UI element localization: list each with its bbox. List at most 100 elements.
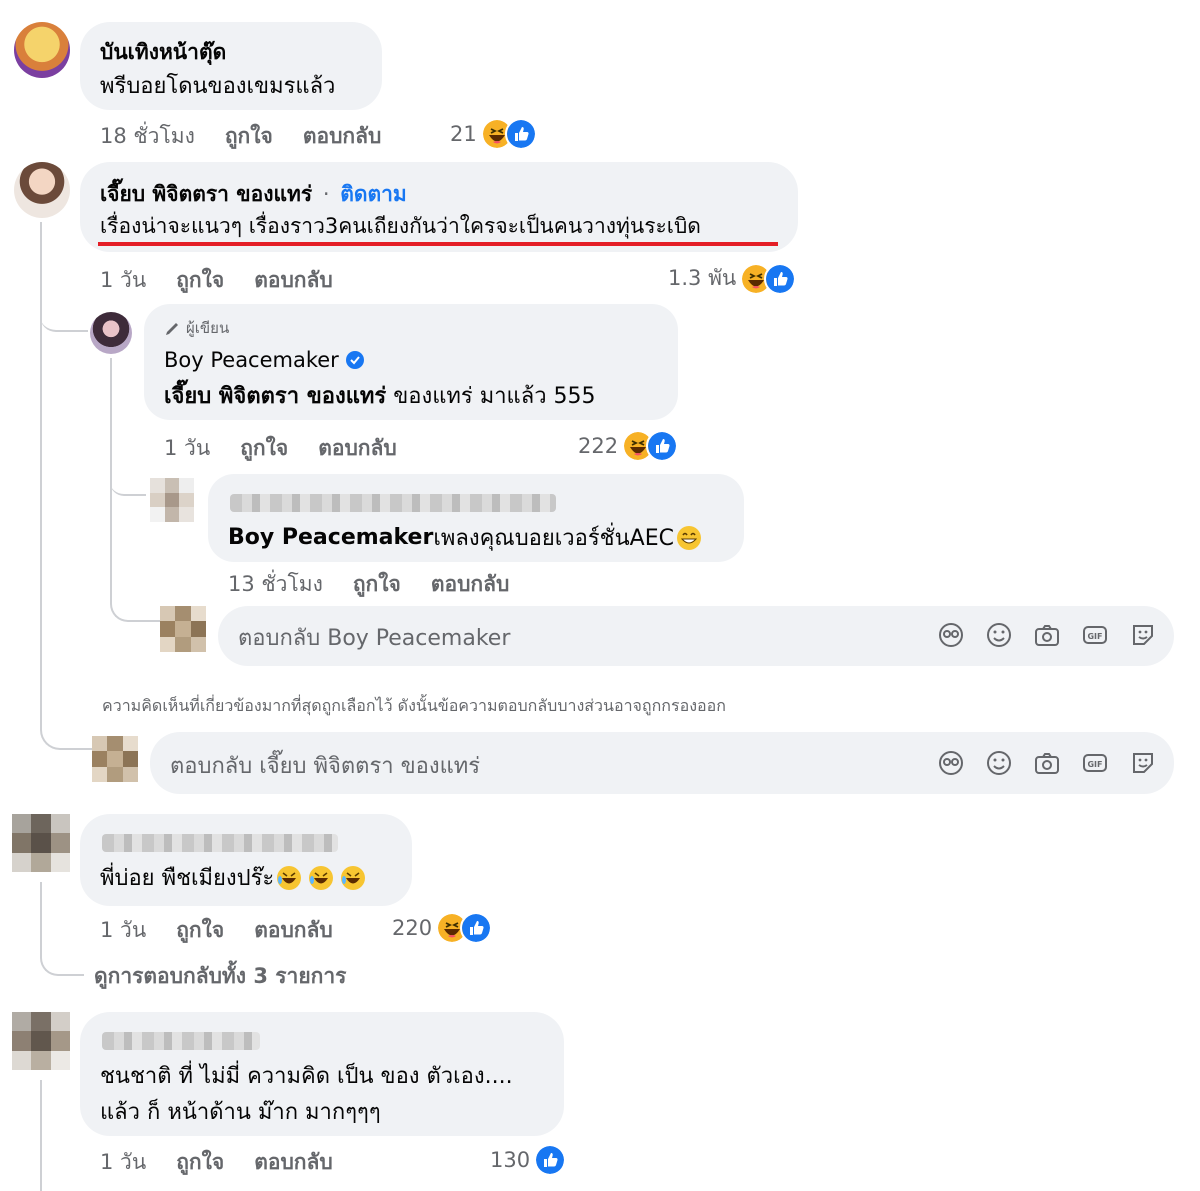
comment-text-line: ชนชาติ ที่ ไม่มี่ ความคิด เป็น ของ ตัวเอ… [100, 1064, 513, 1089]
comment-actions: 1 วัน ถูกใจ ตอบกลับ [100, 1146, 363, 1179]
view-replies-link[interactable]: ดูการตอบกลับทั้ง 3 รายการ [94, 960, 346, 993]
reply-button[interactable]: ตอบกลับ [318, 432, 397, 465]
avatar[interactable] [12, 814, 70, 872]
current-user-avatar [92, 736, 138, 782]
camera-button[interactable] [1030, 746, 1064, 780]
comment-text: เรื่องน่าจะแนวๆ เรื่องราว3คนเถียงกันว่าใ… [100, 214, 701, 238]
thread-connector [110, 470, 146, 496]
rolling-laugh-emoji [309, 865, 334, 890]
reaction-count: 1.3 พัน [668, 266, 737, 290]
comment-actions: 1 วัน ถูกใจ ตอบกลับ [164, 432, 427, 465]
reply-button[interactable]: ตอบกลับ [254, 264, 333, 297]
emoji-button[interactable] [982, 746, 1016, 780]
avatar[interactable] [150, 478, 194, 522]
emoji-button[interactable] [982, 618, 1016, 652]
like-button[interactable]: ถูกใจ [225, 120, 273, 153]
gif-button[interactable]: GIF [1078, 746, 1112, 780]
like-reaction-icon [504, 118, 537, 150]
comment-header: Boy Peacemaker [164, 348, 365, 372]
pencil-icon [166, 323, 178, 335]
highlight-underline [98, 242, 778, 246]
comment-actions: 13 ชั่วโมง ถูกใจ ตอบกลับ [228, 568, 539, 601]
sticker-icon [1133, 625, 1153, 645]
gif-icon: GIF [1083, 626, 1107, 644]
like-button[interactable]: ถูกใจ [176, 1146, 224, 1179]
like-button[interactable]: ถูกใจ [353, 568, 401, 601]
svg-text:GIF: GIF [1087, 632, 1102, 641]
comment-timestamp[interactable]: 18 ชั่วโมง [100, 120, 195, 153]
comment-text: พี่บ่อย พืชเมียงปร๊ะ [100, 860, 366, 895]
author-badge: ผู้เขียน [164, 316, 229, 340]
camera-icon [1035, 625, 1059, 646]
avatar-sticker-button[interactable] [934, 746, 968, 780]
like-reaction-icon [534, 1144, 567, 1176]
redacted-author-name [102, 834, 338, 852]
emoji-icon [987, 623, 1011, 647]
like-reaction-icon [460, 912, 493, 944]
comment-bubble: ผู้เขียน Boy Peacemaker เจี๊ยบ พิจิตตรา … [144, 304, 678, 420]
comment-bubble: เจี๊ยบ พิจิตตรา ของแทร่ · ติดตาม เรื่องน… [80, 162, 798, 252]
comment-text: พรีบอยโดนของเขมรแล้ว [100, 74, 336, 99]
mention[interactable]: Boy Peacemaker [228, 525, 433, 550]
reaction-count: 222 [578, 434, 619, 458]
comment-timestamp[interactable]: 1 วัน [100, 264, 146, 297]
separator-dot: · [322, 182, 330, 206]
avatar-sticker-button[interactable] [934, 618, 968, 652]
reaction-summary[interactable]: 222 [578, 430, 679, 462]
thread-line [40, 882, 84, 976]
sticker-button[interactable] [1126, 746, 1160, 780]
avatar[interactable] [14, 22, 70, 78]
reply-button[interactable]: ตอบกลับ [254, 1146, 333, 1179]
redacted-author-name [230, 494, 556, 512]
reaction-summary[interactable]: 130 [490, 1144, 567, 1176]
gif-icon: GIF [1083, 754, 1107, 772]
sticker-button[interactable] [1126, 618, 1160, 652]
comment-author[interactable]: Boy Peacemaker [164, 348, 339, 372]
comment-text-body: พี่บ่อย พืชเมียงปร๊ะ [100, 866, 275, 891]
comment-bubble: Boy Peacemaker เพลงคุณบอยเวอร์ชั่นAEC [208, 474, 744, 562]
comment-author[interactable]: บันเทิงหน้าตุ๊ด [100, 36, 226, 69]
comment-text: เจี๊ยบ พิจิตตรา ของแทร่ ของแทร่ มาแล้ว 5… [164, 378, 596, 413]
comment-timestamp[interactable]: 1 วัน [100, 914, 146, 947]
reaction-summary[interactable]: 21 [450, 118, 537, 150]
reaction-count: 21 [450, 122, 477, 146]
camera-button[interactable] [1030, 618, 1064, 652]
gif-button[interactable]: GIF [1078, 618, 1112, 652]
comment-bubble: บันเทิงหน้าตุ๊ด พรีบอยโดนของเขมรแล้ว [80, 22, 382, 110]
like-reaction-icon [764, 262, 797, 295]
comment-timestamp[interactable]: 1 วัน [100, 1146, 146, 1179]
reaction-summary[interactable]: 1.3 พัน [668, 262, 797, 295]
avatar[interactable] [12, 1012, 70, 1070]
reply-input-placeholder: ตอบกลับ Boy Peacemaker [238, 626, 511, 651]
reply-button[interactable]: ตอบกลับ [431, 568, 510, 601]
like-button[interactable]: ถูกใจ [176, 914, 224, 947]
sticker-icon [1133, 753, 1153, 773]
comment-timestamp[interactable]: 13 ชั่วโมง [228, 568, 323, 601]
comment-header: เจี๊ยบ พิจิตตรา ของแทร่ · ติดตาม [100, 178, 407, 211]
comment-text: Boy Peacemaker เพลงคุณบอยเวอร์ชั่นAEC [228, 520, 702, 555]
reply-input[interactable]: ตอบกลับ เจี๊ยบ พิจิตตรา ของแทร่ GIF [150, 732, 1174, 794]
comment-timestamp[interactable]: 1 วัน [164, 432, 210, 465]
composer-tools: GIF [920, 618, 1160, 652]
avatar-sticker-icon [939, 623, 963, 647]
rolling-laugh-emoji [277, 865, 302, 890]
current-user-avatar [160, 606, 206, 652]
camera-icon [1035, 753, 1059, 774]
comment-actions: 1 วัน ถูกใจ ตอบกลับ [100, 264, 363, 297]
reaction-summary[interactable]: 220 [392, 912, 493, 944]
avatar[interactable] [90, 312, 132, 354]
avatar-sticker-icon [939, 751, 963, 775]
composer-tools: GIF [920, 746, 1160, 780]
reply-button[interactable]: ตอบกลับ [303, 120, 382, 153]
comment-bubble: พี่บ่อย พืชเมียงปร๊ะ [80, 814, 412, 906]
comment-author[interactable]: เจี๊ยบ พิจิตตรา ของแทร่ [100, 182, 312, 206]
like-button[interactable]: ถูกใจ [240, 432, 288, 465]
grin-emoji [676, 525, 701, 550]
like-button[interactable]: ถูกใจ [176, 264, 224, 297]
follow-link[interactable]: ติดตาม [340, 182, 407, 206]
reply-input[interactable]: ตอบกลับ Boy Peacemaker GIF [218, 606, 1174, 666]
avatar[interactable] [14, 162, 70, 218]
reply-button[interactable]: ตอบกลับ [254, 914, 333, 947]
mention[interactable]: เจี๊ยบ พิจิตตรา ของแทร่ [164, 384, 386, 409]
thread-line [40, 1080, 44, 1191]
